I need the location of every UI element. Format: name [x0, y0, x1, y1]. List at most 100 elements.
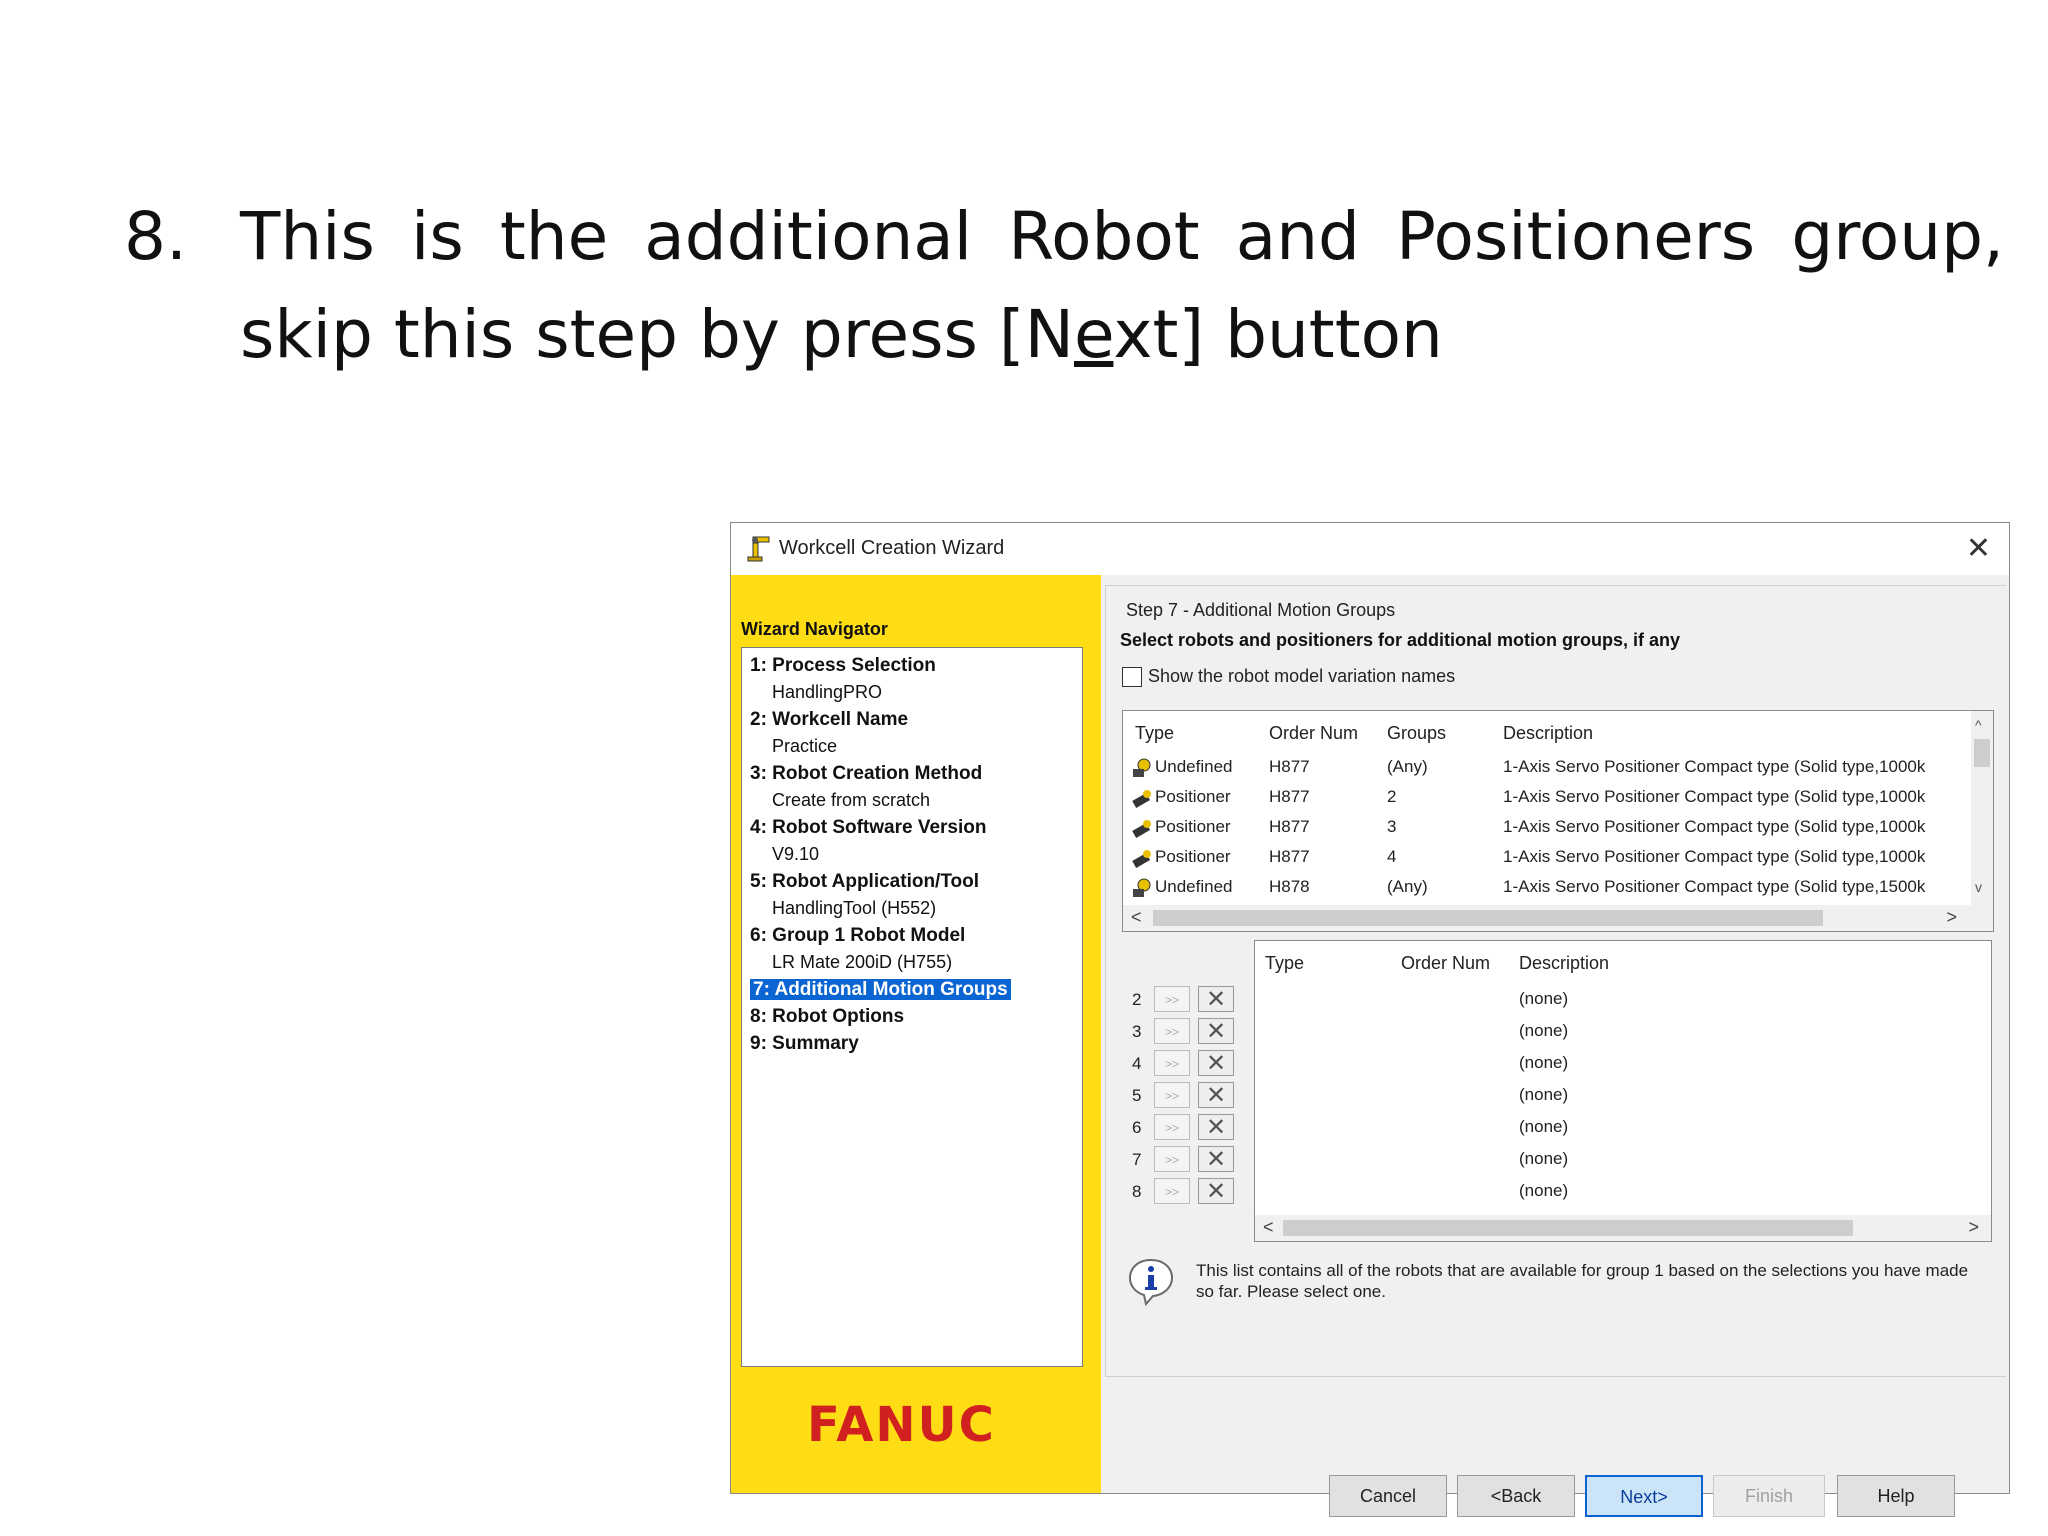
navigator-title: Wizard Navigator	[741, 619, 888, 639]
add-to-group-button[interactable]: >>	[1154, 1114, 1190, 1140]
finish-button[interactable]: Finish	[1713, 1475, 1825, 1517]
scroll-left-icon[interactable]: <	[1263, 1217, 1274, 1238]
group-row-6: 6 >> ✕	[1132, 1114, 1252, 1144]
step-panel: Step 7 - Additional Motion Groups Select…	[1105, 585, 2006, 1377]
close-button[interactable]: ✕	[1966, 531, 1991, 566]
scroll-thumb[interactable]	[1153, 910, 1823, 926]
available-robots-list[interactable]: Type Order Num Groups Description Undefi…	[1122, 710, 1994, 932]
nav-value-robot-creation-method: Create from scratch	[772, 790, 931, 810]
nav-value-robot-software-version: V9.10	[772, 844, 820, 864]
instruction-line-2-prefix: skip this step by press [N	[240, 296, 1074, 373]
scroll-down-icon[interactable]: v	[1975, 879, 1982, 895]
positioner-icon	[1132, 850, 1151, 868]
nav-step-robot-options[interactable]: 8: Robot Options	[750, 1003, 1082, 1030]
col-header-description[interactable]: Description	[1503, 723, 1593, 744]
horizontal-scrollbar[interactable]: < >	[1255, 1215, 1991, 1241]
col-header-type[interactable]: Type	[1135, 723, 1174, 744]
step-number: 8.	[124, 198, 187, 275]
checkbox-box[interactable]	[1122, 667, 1142, 688]
scroll-thumb[interactable]	[1283, 1220, 1853, 1236]
back-button[interactable]: <Back	[1457, 1475, 1575, 1517]
nav-step-robot-application-tool[interactable]: 5: Robot Application/Tool	[750, 868, 1082, 895]
instruction-line-2-underlined: e	[1073, 296, 1114, 373]
nav-step-robot-creation-method[interactable]: 3: Robot Creation Method	[750, 760, 1082, 787]
fanuc-logo: FANUC	[807, 1397, 996, 1453]
nav-value-workcell-name: Practice	[772, 736, 838, 756]
remove-from-group-button[interactable]: ✕	[1198, 1146, 1234, 1173]
add-to-group-button[interactable]: >>	[1154, 1050, 1190, 1076]
undefined-robot-icon	[1133, 758, 1151, 777]
cancel-button[interactable]: Cancel	[1329, 1475, 1447, 1517]
list-item[interactable]: (none)	[1519, 1149, 1568, 1169]
table-row[interactable]: Positioner H877 4 1-Axis Servo Positione…	[1123, 843, 1993, 873]
selected-groups-list[interactable]: Type Order Num Description (none) (none)…	[1254, 940, 1992, 1242]
list-item[interactable]: (none)	[1519, 1181, 1568, 1201]
step-title: Step 7 - Additional Motion Groups	[1126, 600, 1396, 620]
table-row[interactable]: Positioner H877 2 1-Axis Servo Positione…	[1123, 783, 1993, 813]
group-row-2: 2 >> ✕	[1132, 986, 1252, 1016]
show-variation-names-checkbox[interactable]: Show the robot model variation names	[1122, 666, 1456, 688]
remove-from-group-button[interactable]: ✕	[1198, 1050, 1234, 1077]
info-text: This list contains all of the robots tha…	[1196, 1261, 1969, 1301]
list-item[interactable]: (none)	[1519, 1117, 1568, 1137]
remove-from-group-button[interactable]: ✕	[1198, 1018, 1234, 1045]
add-to-group-button[interactable]: >>	[1154, 1178, 1190, 1204]
info-icon	[1128, 1258, 1174, 1306]
list-item[interactable]: (none)	[1519, 1021, 1568, 1041]
group-row-7: 7 >> ✕	[1132, 1146, 1252, 1176]
scroll-right-icon[interactable]: >	[1968, 1217, 1979, 1238]
list-item[interactable]: (none)	[1519, 1053, 1568, 1073]
add-to-group-button[interactable]: >>	[1154, 1146, 1190, 1172]
nav-value-process-selection: HandlingPRO	[772, 682, 883, 702]
scroll-right-icon[interactable]: >	[1946, 907, 1957, 928]
positioner-icon	[1132, 820, 1151, 838]
remove-from-group-button[interactable]: ✕	[1198, 986, 1234, 1013]
table-row[interactable]: Positioner H877 3 1-Axis Servo Positione…	[1123, 813, 1993, 843]
vertical-scrollbar[interactable]: ^ v	[1971, 711, 1993, 905]
nav-value-group1-robot-model: LR Mate 200iD (H755)	[772, 952, 953, 972]
group-row-4: 4 >> ✕	[1132, 1050, 1252, 1080]
list-item[interactable]: (none)	[1519, 989, 1568, 1009]
nav-step-robot-software-version[interactable]: 4: Robot Software Version	[750, 814, 1082, 841]
nav-step-group1-robot-model[interactable]: 6: Group 1 Robot Model	[750, 922, 1082, 949]
help-button[interactable]: Help	[1837, 1475, 1955, 1517]
instruction-line-2-suffix: xt] button	[1113, 296, 1443, 373]
next-button[interactable]: Next>	[1585, 1475, 1703, 1517]
scroll-left-icon[interactable]: <	[1131, 907, 1142, 928]
nav-step-workcell-name[interactable]: 2: Workcell Name	[750, 706, 1082, 733]
undefined-robot-icon	[1133, 878, 1151, 897]
scroll-up-icon[interactable]: ^	[1975, 717, 1982, 733]
add-to-group-button[interactable]: >>	[1154, 1082, 1190, 1108]
nav-step-process-selection[interactable]: 1: Process Selection	[750, 652, 1082, 679]
table-row[interactable]: Undefined H877 (Any) 1-Axis Servo Positi…	[1123, 753, 1993, 783]
col-header-groups[interactable]: Groups	[1387, 723, 1446, 744]
col-header-type[interactable]: Type	[1265, 953, 1304, 974]
checkbox-label: Show the robot model variation names	[1148, 666, 1456, 686]
add-to-group-button[interactable]: >>	[1154, 1018, 1190, 1044]
horizontal-scrollbar[interactable]: < >	[1123, 905, 1993, 931]
instruction-line-2: skip this step by press [Next] button	[240, 286, 1443, 384]
col-header-order-num[interactable]: Order Num	[1269, 723, 1358, 744]
add-to-group-button[interactable]: >>	[1154, 986, 1190, 1012]
nav-value-robot-application-tool: HandlingTool (H552)	[772, 898, 937, 918]
wizard-content: Step 7 - Additional Motion Groups Select…	[1101, 575, 2009, 1517]
group-row-8: 8 >> ✕	[1132, 1178, 1252, 1208]
remove-from-group-button[interactable]: ✕	[1198, 1178, 1234, 1205]
instruction-line-1: This is the additional Robot and Positio…	[240, 198, 2004, 275]
table-row[interactable]: Undefined H878 (Any) 1-Axis Servo Positi…	[1123, 873, 1993, 903]
info-message: This list contains all of the robots tha…	[1126, 1256, 1986, 1316]
title-bar: Workcell Creation Wizard ✕	[731, 523, 2009, 575]
nav-step-additional-motion-groups[interactable]: 7: Additional Motion Groups	[750, 976, 1082, 1003]
nav-step-summary[interactable]: 9: Summary	[750, 1030, 1082, 1057]
list-item[interactable]: (none)	[1519, 1085, 1568, 1105]
scroll-thumb[interactable]	[1974, 739, 1990, 767]
remove-from-group-button[interactable]: ✕	[1198, 1082, 1234, 1109]
navigator-list: 1: Process Selection HandlingPRO 2: Work…	[741, 647, 1083, 1367]
remove-from-group-button[interactable]: ✕	[1198, 1114, 1234, 1141]
robot-arm-icon	[747, 536, 770, 562]
group-row-3: 3 >> ✕	[1132, 1018, 1252, 1048]
col-header-description[interactable]: Description	[1519, 953, 1609, 974]
wizard-navigator: Wizard Navigator 1: Process Selection Ha…	[731, 575, 1101, 1493]
col-header-order-num[interactable]: Order Num	[1401, 953, 1490, 974]
workcell-wizard-dialog: Workcell Creation Wizard ✕ Wizard Naviga…	[730, 522, 2010, 1517]
